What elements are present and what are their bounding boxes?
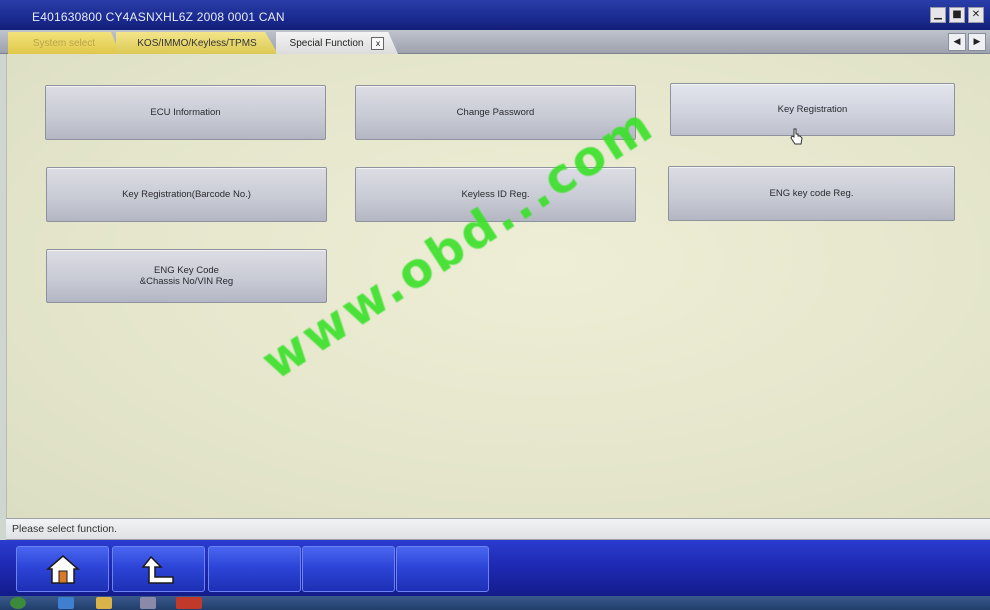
os-taskbar <box>0 596 990 610</box>
key-registration-button[interactable]: Key Registration <box>670 83 955 136</box>
tab-kos-immo[interactable]: KOS/IMMO/Keyless/TPMS <box>116 32 278 54</box>
eng-key-code-chassis-vin-button[interactable]: ENG Key Code &Chassis No/VIN Reg <box>46 249 327 303</box>
watermark-text: www.obd...com <box>252 96 665 391</box>
window-title: E401630800 CY4ASNXHL6Z 2008 0001 CAN <box>32 10 285 24</box>
tab-special-function[interactable]: Special Function x <box>276 32 398 54</box>
back-button[interactable] <box>112 546 205 592</box>
minimize-button[interactable]: ▁ <box>930 7 946 23</box>
browser-icon[interactable] <box>58 597 74 609</box>
status-bar: Please select function. <box>6 518 990 540</box>
ecu-information-button[interactable]: ECU Information <box>45 85 326 140</box>
media-icon[interactable] <box>140 597 156 609</box>
status-message: Please select function. <box>12 523 118 535</box>
tab-label: System select <box>32 37 96 49</box>
tab-label: KOS/IMMO/Keyless/TPMS <box>137 37 257 49</box>
tab-close-icon[interactable]: x <box>371 36 385 50</box>
tab-system-select[interactable]: System select <box>8 32 120 54</box>
window-titlebar: E401630800 CY4ASNXHL6Z 2008 0001 CAN ▁ ■… <box>0 0 990 30</box>
bottom-toolbar <box>0 540 990 596</box>
key-registration-barcode-button[interactable]: Key Registration(Barcode No.) <box>46 167 327 222</box>
maximize-button[interactable]: ■ <box>949 7 965 23</box>
toolbar-button-3[interactable] <box>208 546 301 592</box>
function-panel: ECU Information Change Password Key Regi… <box>6 54 990 518</box>
back-arrow-icon <box>140 555 174 584</box>
tab-next-button[interactable]: ▶ <box>968 33 986 51</box>
tab-prev-button[interactable]: ◀ <box>948 33 966 51</box>
hand-cursor-icon <box>790 128 803 145</box>
start-icon[interactable] <box>10 597 26 609</box>
tab-strip: System select KOS/IMMO/Keyless/TPMS Spec… <box>0 30 990 54</box>
tab-label: Special Function <box>289 37 364 49</box>
toolbar-button-4[interactable] <box>302 546 395 592</box>
home-button[interactable] <box>16 546 109 592</box>
toolbar-button-5[interactable] <box>396 546 489 592</box>
home-icon <box>45 555 80 584</box>
close-button[interactable]: ✕ <box>968 7 984 23</box>
app-icon[interactable] <box>176 597 202 609</box>
window-controls: ▁ ■ ✕ <box>930 7 984 23</box>
eng-key-code-reg-button[interactable]: ENG key code Reg. <box>668 166 955 221</box>
tab-nav: ◀ ▶ <box>948 33 986 51</box>
folder-icon[interactable] <box>96 597 112 609</box>
